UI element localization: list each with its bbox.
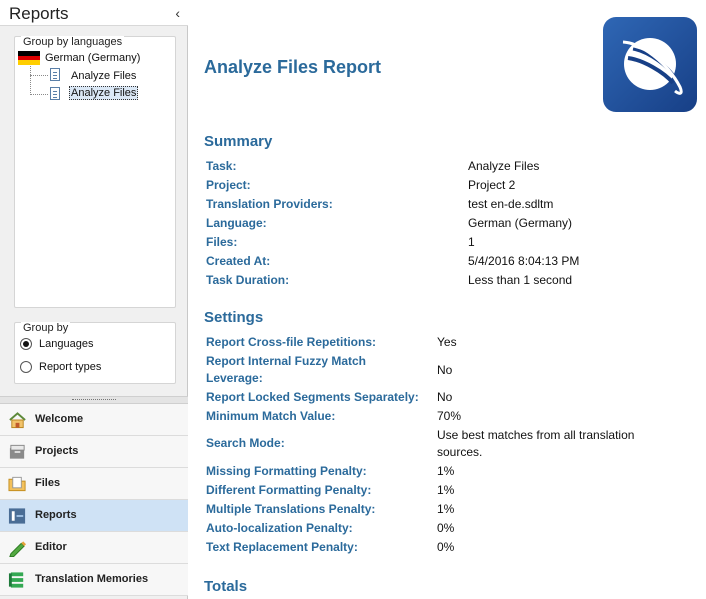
summary-label: Task: [206, 159, 237, 173]
nav-reports[interactable]: Reports [0, 500, 188, 532]
settings-label: Auto-localization Penalty: [206, 521, 353, 535]
report-types-option-label: Report types [39, 361, 102, 373]
group-by-label: Group by [21, 322, 71, 334]
summary-label: Task Duration: [206, 273, 290, 287]
panel-title: Reports [9, 4, 69, 23]
settings-label: Report Internal Fuzzy Match [206, 354, 367, 368]
nav-welcome-label: Welcome [35, 413, 84, 425]
translation-memories-icon [8, 572, 24, 588]
summary-value: Project 2 [468, 178, 516, 192]
splitter-grip-icon [72, 399, 116, 401]
settings-label: Text Replacement Penalty: [206, 540, 358, 554]
settings-value: 0% [437, 521, 455, 535]
settings-label: Different Formatting Penalty: [206, 483, 372, 497]
nav-editor-label: Editor [35, 541, 67, 553]
tree-report-item[interactable]: Analyze Files [71, 70, 136, 82]
settings-value: 1% [437, 483, 455, 497]
reports-icon [8, 508, 26, 524]
nav-projects[interactable]: Projects [0, 436, 188, 468]
summary-value: test en-de.sdltm [468, 197, 554, 211]
nav-translation-memories-label: Translation Memories [35, 573, 149, 585]
tree-connector [30, 66, 31, 95]
summary-label: Language: [206, 216, 267, 230]
totals-heading: Totals [204, 578, 248, 595]
panel-splitter[interactable] [0, 396, 188, 404]
summary-label: Project: [206, 178, 251, 192]
nav-reports-label: Reports [35, 509, 77, 521]
settings-label-continuation: Leverage: [206, 371, 263, 385]
summary-value: Less than 1 second [468, 273, 573, 287]
germany-flag-icon [18, 51, 40, 65]
summary-heading: Summary [204, 133, 273, 150]
tree-language-node[interactable]: German (Germany) [45, 52, 140, 64]
summary-label: Created At: [206, 254, 271, 268]
settings-label: Report Locked Segments Separately: [206, 390, 419, 404]
reports-panel: Reports ‹ Group by languages German (Ger… [0, 0, 188, 599]
summary-label: Translation Providers: [206, 197, 333, 211]
settings-value: Use best matches from all translation [437, 428, 635, 442]
summary-value: Analyze Files [468, 159, 540, 173]
tree-report-item-selected[interactable]: Analyze Files [69, 86, 139, 100]
nav-welcome[interactable]: Welcome [0, 404, 188, 436]
nav-projects-label: Projects [35, 445, 79, 457]
panel-header: Reports ‹ [0, 0, 188, 26]
settings-value-continuation: sources. [437, 445, 483, 459]
languages-option-label: Languages [39, 338, 94, 350]
tree-connector [30, 75, 48, 76]
projects-icon [9, 444, 25, 459]
nav-files[interactable]: Files [0, 468, 188, 500]
group-by-languages-label: Group by languages [21, 36, 125, 48]
collapse-panel-button[interactable]: ‹ [175, 5, 180, 21]
settings-value: 1% [437, 464, 455, 478]
summary-value: German (Germany) [468, 216, 573, 230]
settings-value: 1% [437, 502, 455, 516]
nav-editor[interactable]: Editor [0, 532, 188, 564]
summary-label: Files: [206, 235, 238, 249]
home-icon [9, 412, 26, 429]
report-document-icon [50, 68, 60, 81]
tree-connector [30, 94, 48, 95]
nav-files-label: Files [35, 477, 61, 489]
files-icon [8, 476, 26, 492]
nav-translation-memories[interactable]: Translation Memories [0, 564, 188, 596]
settings-value: No [437, 390, 453, 404]
report-types-radio[interactable] [20, 361, 32, 373]
summary-value: 5/4/2016 8:04:13 PM [468, 254, 580, 268]
report-view: Analyze Files Report Summary Task: Analy… [192, 0, 706, 599]
globe-logo-icon [622, 38, 683, 95]
settings-label: Report Cross-file Repetitions: [206, 335, 377, 349]
report-title: Analyze Files Report [204, 57, 382, 77]
editor-icon [9, 541, 27, 557]
settings-label: Missing Formatting Penalty: [206, 464, 367, 478]
settings-value: Yes [437, 335, 457, 349]
settings-value: 70% [437, 409, 462, 423]
settings-label: Multiple Translations Penalty: [206, 502, 376, 516]
report-document-icon [50, 87, 60, 100]
settings-value: 0% [437, 540, 455, 554]
settings-label: Search Mode: [206, 436, 285, 450]
summary-value: 1 [468, 235, 475, 249]
app-logo [603, 17, 697, 112]
group-by-box: Group by [14, 322, 176, 384]
languages-radio[interactable] [20, 338, 32, 350]
settings-label: Minimum Match Value: [206, 409, 336, 423]
settings-value: No [437, 363, 453, 377]
settings-heading: Settings [204, 309, 264, 326]
